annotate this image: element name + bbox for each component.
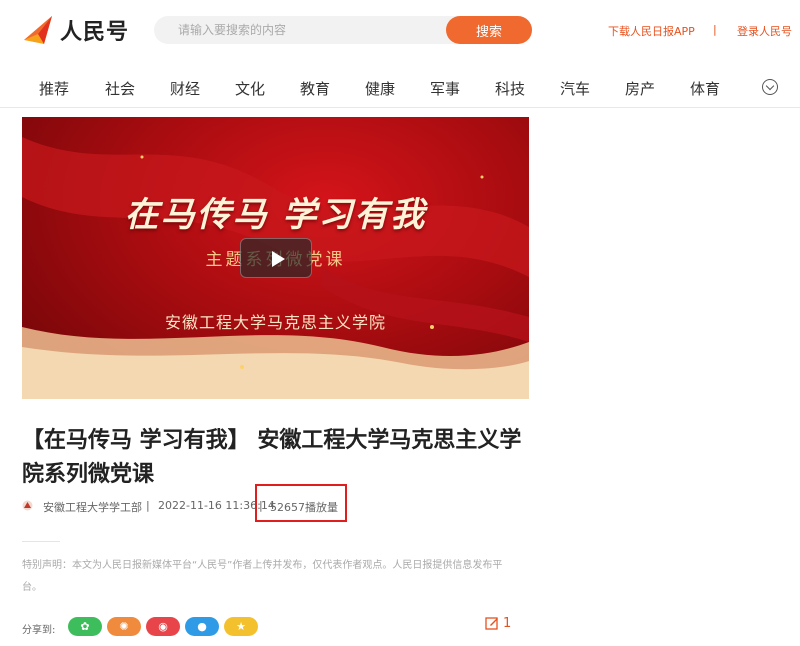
category-nav: 推荐 社会 财经 文化 教育 健康 军事 科技 汽车 房产 体育: [0, 70, 800, 108]
wechat-icon[interactable]: ✿: [68, 617, 102, 636]
author-avatar-icon: [22, 500, 33, 511]
logo-text: 人民号: [60, 20, 130, 45]
nav-item-sports[interactable]: 体育: [690, 78, 720, 99]
play-button[interactable]: [240, 238, 312, 278]
nav-item-health[interactable]: 健康: [365, 78, 395, 99]
logo-icon: [24, 16, 52, 44]
meta-separator: |: [146, 499, 150, 512]
video-title: 在马传马 学习有我: [124, 195, 427, 235]
nav-item-education[interactable]: 教育: [300, 78, 330, 99]
download-app-link[interactable]: 下载人民日报APP: [608, 23, 695, 39]
moments-icon[interactable]: ✺: [107, 617, 141, 636]
nav-item-auto[interactable]: 汽车: [560, 78, 590, 99]
weibo-icon[interactable]: ◉: [146, 617, 180, 636]
search-bar: 搜索: [154, 16, 532, 44]
header: 人民号 搜索 下载人民日报APP | 登录人民号: [0, 0, 800, 60]
qzone-icon[interactable]: ★: [224, 617, 258, 636]
qq-icon[interactable]: ●: [185, 617, 219, 636]
chevron-down-icon[interactable]: [762, 79, 778, 95]
share-label: 分享到:: [22, 625, 56, 636]
nav-item-realestate[interactable]: 房产: [625, 78, 655, 99]
author-name[interactable]: 安徽工程大学学工部: [43, 499, 142, 515]
nav-item-culture[interactable]: 文化: [235, 78, 265, 99]
nav-item-military[interactable]: 军事: [430, 78, 460, 99]
nav-item-recommend[interactable]: 推荐: [39, 78, 69, 99]
video-school: 安徽工程大学马克思主义学院: [164, 313, 386, 332]
annotation-box: [255, 484, 347, 522]
nav-item-finance[interactable]: 财经: [170, 78, 200, 99]
search-input[interactable]: [154, 16, 444, 44]
comment-count: 1: [503, 616, 512, 631]
comment-edit-icon[interactable]: [485, 616, 499, 630]
divider: [22, 541, 60, 542]
video-player[interactable]: 在马传马 学习有我 主题系列微党课 安徽工程大学马克思主义学院: [22, 117, 529, 399]
logo[interactable]: 人民号: [22, 14, 129, 46]
header-separator: |: [713, 23, 717, 36]
login-link[interactable]: 登录人民号: [737, 23, 792, 39]
nav-item-tech[interactable]: 科技: [495, 78, 525, 99]
article-title: 【在马传马 学习有我】 安徽工程大学马克思主义学院系列微党课: [22, 428, 522, 487]
disclaimer: 特别声明：本文为人民日报新媒体平台“人民号”作者上传并发布，仅代表作者观点。人民…: [22, 560, 503, 593]
nav-item-society[interactable]: 社会: [105, 78, 135, 99]
search-button[interactable]: 搜索: [446, 16, 532, 44]
